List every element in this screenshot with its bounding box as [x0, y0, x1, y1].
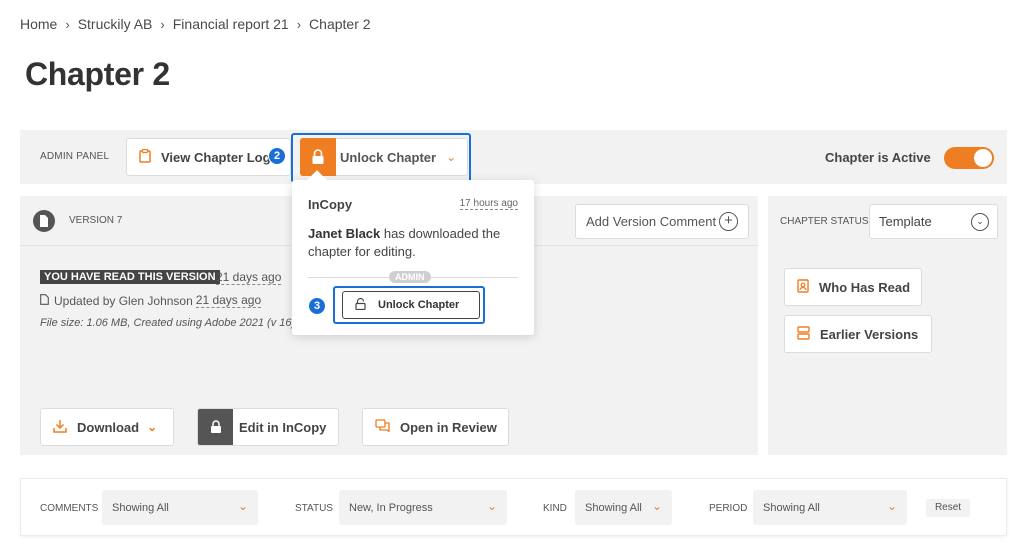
comments-filter-value: Showing All — [112, 501, 169, 514]
kind-filter-value: Showing All — [585, 501, 642, 514]
open-in-review-button[interactable]: Open in Review — [362, 408, 509, 446]
read-timestamp: 21 days ago — [216, 270, 282, 285]
view-chapter-log-label: View Chapter Log — [161, 149, 271, 165]
chapter-active-toggle[interactable] — [944, 147, 994, 169]
period-filter-value: Showing All — [763, 501, 820, 514]
who-has-read-button[interactable]: Who Has Read — [784, 268, 922, 306]
toggle-knob — [974, 149, 992, 167]
status-filter-label: STATUS — [295, 503, 333, 514]
plus-circle-icon: + — [719, 212, 738, 231]
status-filter-value: New, In Progress — [349, 501, 433, 514]
reader-icon — [797, 278, 809, 296]
kind-filter-select[interactable]: Showing All ⌄ — [575, 490, 672, 525]
version-label: VERSION 7 — [69, 215, 123, 226]
chapter-status-panel: CHAPTER STATUS Template ⌄ Who Has Read E… — [768, 196, 1007, 455]
file-icon — [40, 293, 49, 308]
admin-panel: ADMIN PANEL View Chapter Log Unlock Chap… — [20, 130, 1007, 184]
open-in-review-label: Open in Review — [400, 419, 497, 435]
download-icon — [53, 419, 67, 436]
earlier-versions-label: Earlier Versions — [820, 326, 919, 342]
updated-timestamp: 21 days ago — [195, 293, 262, 308]
period-filter-label: PERIOD — [709, 503, 748, 514]
breadcrumb-home[interactable]: Home — [20, 16, 57, 32]
filter-bar: COMMENTS Showing All ⌄ STATUS New, In Pr… — [20, 478, 1007, 536]
chapter-active-label: Chapter is Active — [825, 150, 931, 165]
chevron-down-icon: ⌄ — [651, 499, 662, 513]
period-filter-select[interactable]: Showing All ⌄ — [753, 490, 907, 525]
comments-filter-select[interactable]: Showing All ⌄ — [102, 490, 258, 525]
chevron-down-circle-icon: ⌄ — [971, 213, 989, 231]
comments-filter-label: COMMENTS — [40, 503, 99, 514]
who-has-read-label: Who Has Read — [819, 279, 911, 295]
reset-filters-button[interactable]: Reset — [926, 499, 970, 517]
chapter-status-select[interactable]: Template ⌄ — [869, 204, 998, 239]
breadcrumb-current: Chapter 2 — [309, 16, 371, 32]
edit-in-incopy-label: Edit in InCopy — [239, 419, 327, 435]
popover-app-name: InCopy — [308, 197, 353, 212]
download-button[interactable]: Download ⌄ — [40, 408, 174, 446]
file-info: File size: 1.06 MB, Created using Adobe … — [40, 317, 296, 329]
add-version-comment-label: Add Version Comment — [586, 214, 717, 229]
popover-user: Janet Black — [308, 226, 381, 241]
chevron-down-icon: ⌄ — [886, 499, 897, 513]
popover-timestamp: 17 hours ago — [459, 198, 518, 210]
page-title: Chapter 2 — [25, 56, 170, 92]
edit-in-incopy-button[interactable]: Edit in InCopy — [197, 408, 339, 446]
chevron-right-icon: › — [296, 16, 302, 32]
document-icon — [33, 210, 55, 232]
chevron-down-icon: ⌄ — [237, 499, 248, 513]
read-status-badge: YOU HAVE READ THIS VERSION — [40, 270, 220, 284]
chapter-status-label: CHAPTER STATUS — [780, 216, 869, 227]
breadcrumb: Home › Struckily AB › Financial report 2… — [20, 16, 371, 32]
chevron-down-icon: ⌄ — [147, 420, 158, 434]
kind-filter-label: KIND — [543, 503, 567, 514]
clipboard-icon — [139, 148, 151, 166]
step-badge-2: 2 — [268, 147, 286, 165]
lock-icon — [198, 409, 233, 445]
download-label: Download — [77, 419, 140, 435]
chevron-right-icon: › — [65, 16, 70, 32]
breadcrumb-company[interactable]: Struckily AB — [78, 16, 153, 32]
add-version-comment-button[interactable]: Add Version Comment + — [575, 204, 749, 239]
step-badge-3: 3 — [308, 297, 326, 315]
updated-by-text: Updated by Glen Johnson — [54, 293, 193, 308]
popover-message: Janet Black has downloaded the chapter f… — [308, 225, 518, 261]
view-chapter-log-button[interactable]: View Chapter Log — [126, 138, 291, 176]
status-filter-select[interactable]: New, In Progress ⌄ — [339, 490, 507, 525]
admin-panel-label: ADMIN PANEL — [40, 151, 110, 162]
earlier-versions-button[interactable]: Earlier Versions — [784, 315, 932, 353]
comments-icon — [375, 419, 390, 435]
admin-tag: ADMIN — [389, 271, 431, 283]
highlight-unlock-button — [333, 286, 485, 324]
versions-icon — [797, 325, 810, 343]
chevron-down-icon: ⌄ — [486, 499, 497, 513]
chapter-status-value: Template — [879, 214, 932, 229]
updated-by-line: Updated by Glen Johnson 21 days ago — [40, 293, 262, 308]
breadcrumb-report[interactable]: Financial report 21 — [173, 16, 289, 32]
chevron-right-icon: › — [160, 16, 165, 32]
